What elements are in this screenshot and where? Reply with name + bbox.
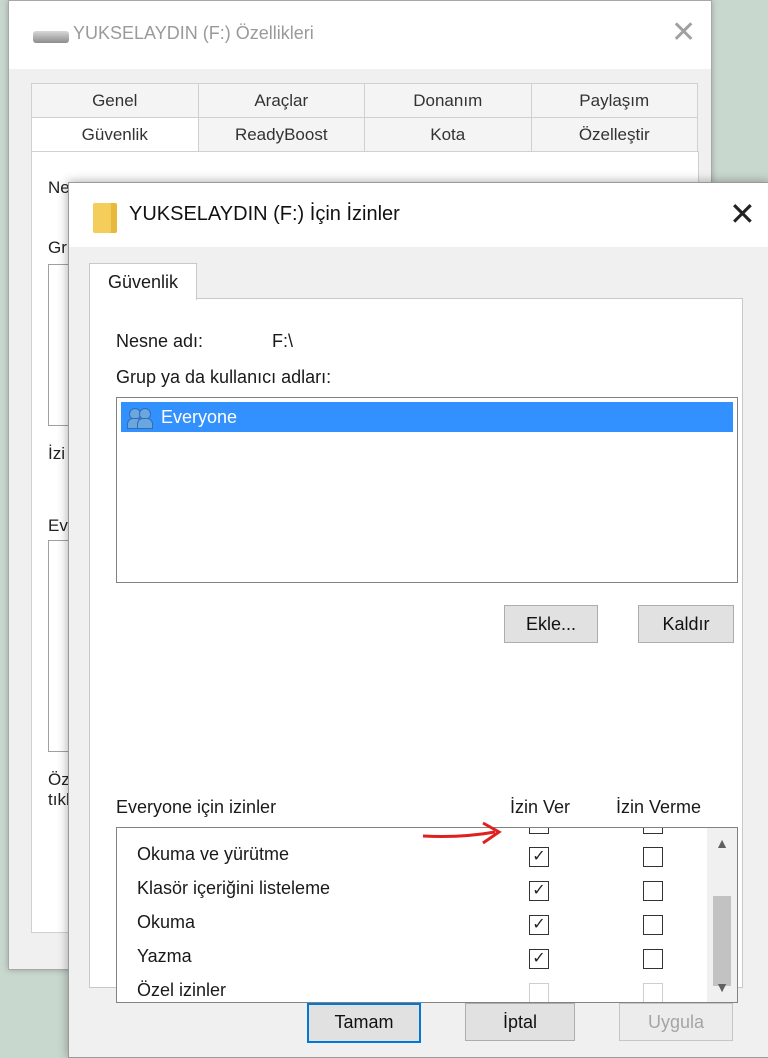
permission-name: Okuma ve yürütme — [137, 844, 290, 864]
permission-name: Okuma — [137, 912, 196, 932]
deny-checkbox[interactable] — [643, 949, 663, 969]
add-button[interactable]: Ekle... — [504, 605, 598, 643]
tab-readyboost[interactable]: ReadyBoost — [197, 117, 365, 151]
allow-header: İzin Ver — [510, 797, 571, 817]
tab-donanim[interactable]: Donanım — [364, 83, 532, 117]
permission-name: Özel izinler — [137, 980, 227, 1000]
drive-icon — [33, 31, 69, 43]
permissions-titlebar: YUKSELAYDIN (F:) İçin İzinler ✕ — [69, 183, 768, 247]
users-group-icon — [127, 408, 155, 429]
remove-button[interactable]: Kaldır — [638, 605, 734, 643]
deny-checkbox[interactable] — [643, 881, 663, 901]
permission-name: Klasör içeriğini listeleme — [137, 878, 331, 898]
permissions-header: Everyone için izinler — [116, 797, 277, 817]
object-name-label: Nesne adı: — [116, 331, 204, 351]
folder-icon — [93, 203, 117, 233]
object-name-value: F:\ — [272, 331, 293, 351]
permissions-dialog: YUKSELAYDIN (F:) İçin İzinler ✕ Güvenlik… — [68, 182, 768, 1058]
deny-checkbox[interactable] — [643, 828, 663, 834]
user-name: Everyone — [161, 407, 238, 427]
cancel-button[interactable]: İptal — [465, 1003, 575, 1041]
permissions-scrollbar[interactable]: ▲ ▼ — [707, 828, 737, 1002]
permission-name: Yazma — [137, 946, 192, 966]
bg-label-fragment: Ev — [48, 516, 68, 535]
scroll-up-icon[interactable]: ▲ — [707, 828, 737, 858]
tab-paylasim[interactable]: Paylaşım — [530, 83, 698, 117]
close-icon[interactable]: ✕ — [729, 195, 756, 233]
user-list[interactable]: Everyone — [116, 397, 738, 583]
allow-checkbox[interactable]: ✓ — [529, 881, 549, 901]
bg-label-fragment: Ne — [48, 178, 70, 197]
security-panel: Nesne adı: F:\ Grup ya da kullanıcı adla… — [89, 298, 743, 1003]
tab-araclar[interactable]: Araçlar — [197, 83, 365, 117]
group-list-label: Grup ya da kullanıcı adları: — [116, 367, 332, 387]
bg-label-fragment: tıkl — [48, 790, 70, 809]
bg-label-fragment: İzi — [48, 444, 65, 463]
annotation-arrow-icon — [422, 821, 502, 845]
allow-checkbox[interactable] — [529, 828, 549, 834]
allow-checkbox[interactable]: ✓ — [529, 949, 549, 969]
scroll-down-icon[interactable]: ▼ — [707, 972, 737, 1002]
properties-titlebar: YUKSELAYDIN (F:) Özellikleri ✕ — [9, 1, 711, 69]
list-item: Okuma ✓ — [117, 908, 707, 942]
tab-ozellestir[interactable]: Özelleştir — [530, 117, 698, 151]
list-item: Klasör içeriğini listeleme ✓ — [117, 874, 707, 908]
tab-genel[interactable]: Genel — [31, 83, 199, 117]
list-item: Okuma ve yürütme ✓ — [117, 840, 707, 874]
deny-checkbox — [643, 983, 663, 1002]
tab-guvenlik[interactable]: Güvenlik — [89, 263, 197, 300]
list-item: Özel izinler — [117, 976, 707, 1002]
list-item[interactable]: Everyone — [121, 402, 733, 432]
apply-button: Uygula — [619, 1003, 733, 1041]
allow-checkbox[interactable]: ✓ — [529, 915, 549, 935]
properties-close-icon[interactable]: ✕ — [671, 15, 696, 50]
bg-label-fragment: Öz — [48, 770, 70, 789]
properties-tabs: Genel Araçlar Donanım Paylaşım Güvenlik … — [31, 83, 698, 151]
list-item: Yazma ✓ — [117, 942, 707, 976]
allow-checkbox — [529, 983, 549, 1002]
properties-title: YUKSELAYDIN (F:) Özellikleri — [73, 23, 314, 43]
permissions-list[interactable]: Okuma ve yürütme ✓ Klasör içeriğini list… — [116, 827, 738, 1003]
permissions-title: YUKSELAYDIN (F:) İçin İzinler — [129, 203, 400, 225]
tab-kota[interactable]: Kota — [364, 117, 532, 151]
deny-header: İzin Verme — [616, 797, 702, 817]
allow-checkbox[interactable]: ✓ — [529, 847, 549, 867]
tab-guvenlik[interactable]: Güvenlik — [31, 117, 199, 151]
deny-checkbox[interactable] — [643, 915, 663, 935]
deny-checkbox[interactable] — [643, 847, 663, 867]
ok-button[interactable]: Tamam — [307, 1003, 421, 1043]
bg-label-fragment: Gr — [48, 238, 67, 257]
